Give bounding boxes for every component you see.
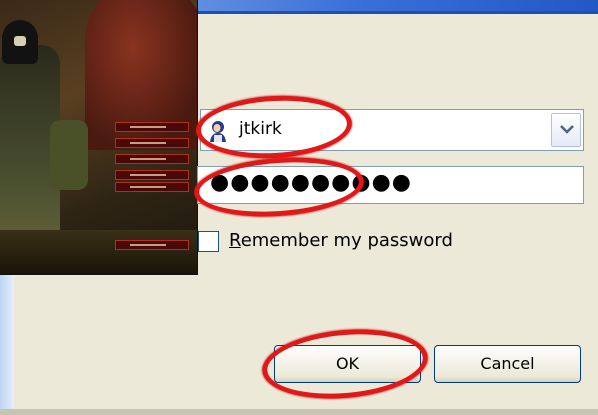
password-field[interactable]: ●●●●●●●●●● bbox=[197, 166, 584, 204]
password-mask: ●●●●●●●●●● bbox=[210, 170, 412, 195]
username-dropdown-button[interactable] bbox=[551, 113, 581, 147]
chevron-down-icon bbox=[560, 125, 574, 134]
user-icon bbox=[210, 121, 226, 142]
username-value: jtkirk bbox=[239, 119, 282, 139]
username-combobox[interactable]: jtkirk bbox=[200, 109, 584, 151]
ok-button[interactable]: OK bbox=[274, 345, 421, 383]
background-game-image bbox=[0, 0, 198, 275]
cancel-button[interactable]: Cancel bbox=[434, 345, 581, 383]
remember-password-checkbox[interactable] bbox=[198, 231, 219, 252]
remember-password-label: Remember my password bbox=[229, 230, 453, 251]
dialog-bottom-border bbox=[0, 409, 598, 415]
